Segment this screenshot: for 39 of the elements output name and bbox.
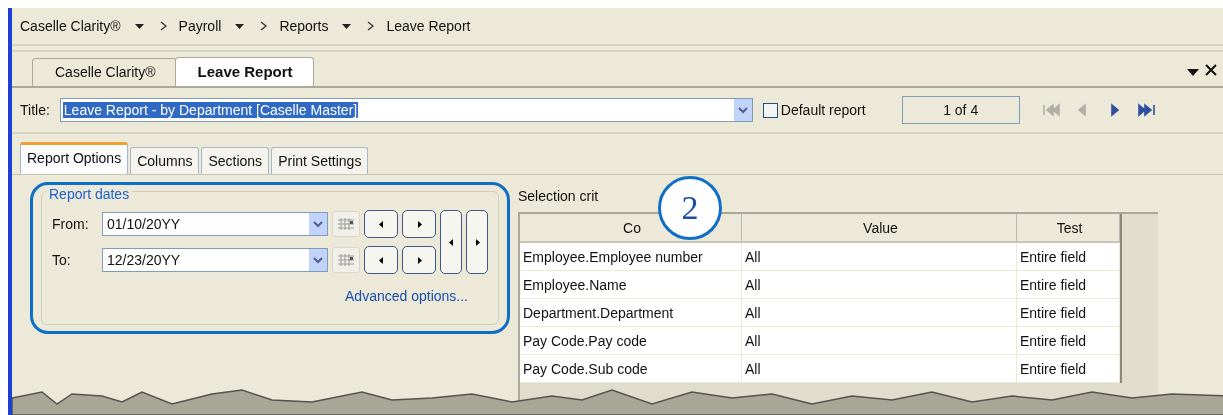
tab[interactable]: Sections xyxy=(201,147,270,174)
date-dropdown[interactable]: 12/23/20YY xyxy=(102,248,328,272)
field-label: Title: xyxy=(20,102,50,118)
title-dropdown[interactable]: Leave Report - by Department [Caselle Master] xyxy=(59,98,753,122)
breadcrumb-item[interactable]: Reports xyxy=(279,18,329,34)
tab[interactable]: Report Options xyxy=(20,142,129,174)
table-cell: Department.Department xyxy=(520,299,742,326)
table-cell: Pay Code.Pay code xyxy=(520,327,742,354)
document-tab[interactable]: Leave Report xyxy=(174,57,314,86)
field-label: From: xyxy=(52,216,90,232)
field-label: To: xyxy=(52,252,72,268)
page-indicator: 1 of 4 xyxy=(901,96,1020,124)
table-cell: All xyxy=(742,243,1017,270)
default-report-checkbox[interactable]: Default report xyxy=(762,102,866,118)
step-callout: 2 xyxy=(658,176,722,240)
table-cell: All xyxy=(742,355,1017,382)
document-tab[interactable]: Caselle Clarity® xyxy=(32,58,177,86)
group-title: Report dates xyxy=(46,186,133,202)
section-label: Selection crit xyxy=(518,188,600,204)
table-cell: Entire field xyxy=(1017,271,1120,298)
advanced-options-link[interactable]: Advanced options... xyxy=(345,288,468,304)
tab[interactable]: Columns xyxy=(130,147,200,174)
breadcrumb-item[interactable]: Leave Report xyxy=(386,18,471,34)
table-cell: All xyxy=(742,299,1017,326)
breadcrumb-item[interactable]: Payroll xyxy=(178,18,222,34)
breadcrumb-item[interactable]: Caselle Clarity® xyxy=(20,18,121,34)
tab[interactable]: Print Settings xyxy=(271,147,369,174)
column-header[interactable]: Value xyxy=(742,214,1017,241)
table-cell: Entire field xyxy=(1017,327,1120,354)
table-cell: Entire field xyxy=(1017,355,1120,382)
table-cell: All xyxy=(742,271,1017,298)
column-header[interactable]: Test xyxy=(1017,214,1120,241)
table-cell: Employee.Name xyxy=(520,271,742,298)
table-cell: Entire field xyxy=(1017,299,1120,326)
table-cell: Entire field xyxy=(1017,243,1120,270)
table-cell: Employee.Employee number xyxy=(520,243,742,270)
table-cell: Pay Code.Sub code xyxy=(520,355,742,382)
date-dropdown[interactable]: 01/10/20YY xyxy=(102,212,328,236)
table-cell: All xyxy=(742,327,1017,354)
